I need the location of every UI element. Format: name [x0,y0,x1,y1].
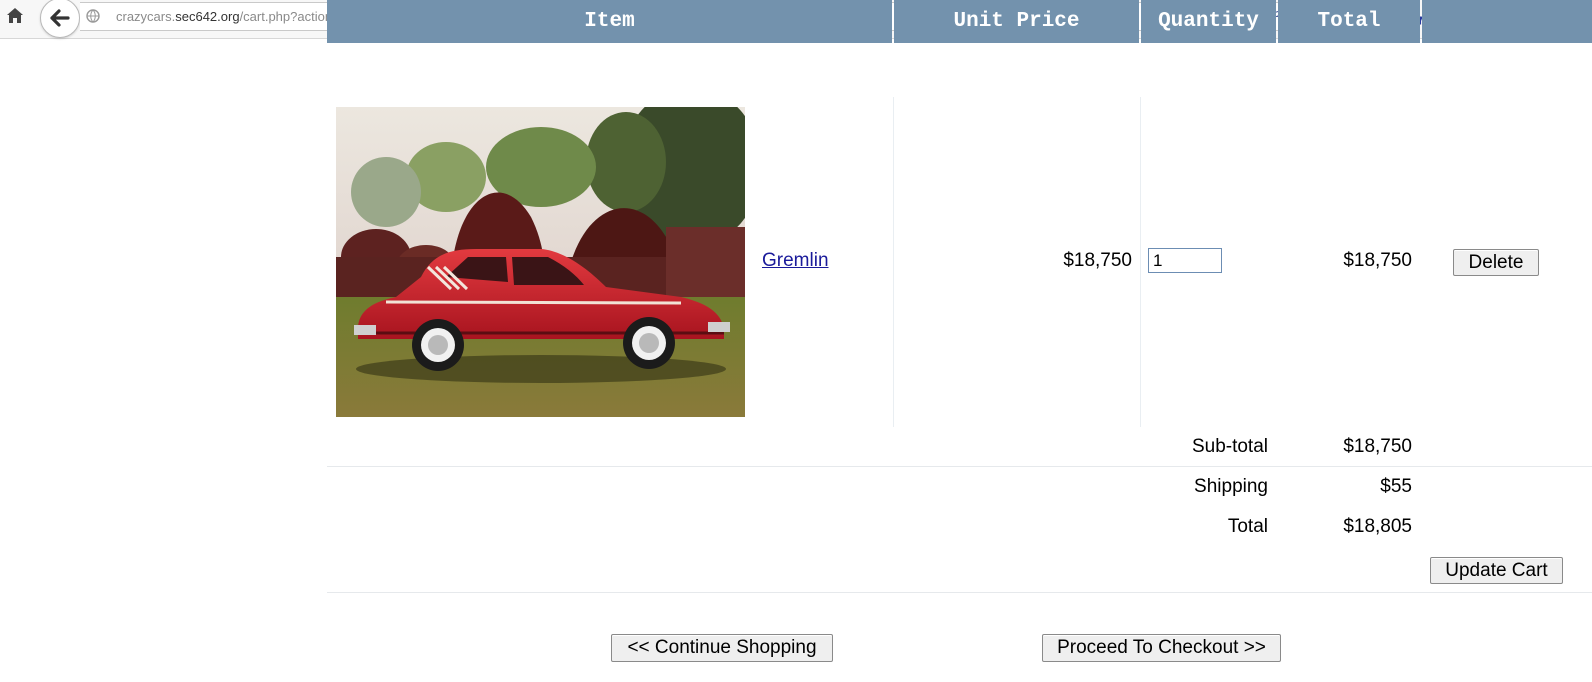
globe-icon [86,9,100,23]
total-label: Total [1227,516,1268,537]
back-arrow-icon [50,9,70,27]
product-image[interactable] [336,107,745,417]
continue-shopping-button[interactable]: << Continue Shopping [611,634,833,662]
shipping-value: $55 [1380,476,1412,497]
column-header-item: Item [327,0,892,43]
proceed-to-checkout-button[interactable]: Proceed To Checkout >> [1042,634,1281,662]
column-header-actions [1422,0,1592,43]
line-total: $18,750 [1343,250,1412,271]
total-value: $18,805 [1343,516,1412,537]
update-cart-button[interactable]: Update Cart [1430,557,1563,584]
back-button[interactable] [40,0,80,38]
subtotal-value: $18,750 [1343,436,1412,457]
column-header-quantity: Quantity [1141,0,1276,43]
divider [327,466,1592,467]
column-header-total: Total [1278,0,1420,43]
divider [327,592,1592,593]
subtotal-label: Sub-total [1191,436,1268,457]
home-icon[interactable] [6,7,24,25]
column-divider [1140,97,1141,427]
product-link[interactable]: Gremlin [762,250,829,272]
quantity-input[interactable] [1148,248,1222,273]
shipping-label: Shipping [1194,476,1268,497]
delete-button[interactable]: Delete [1453,249,1539,276]
unit-price: $18,750 [1063,250,1132,271]
url-domain: sec642.org [175,9,240,24]
column-header-unit-price: Unit Price [894,0,1139,43]
url-prefix: crazycars. [116,9,176,24]
column-divider [893,97,894,427]
